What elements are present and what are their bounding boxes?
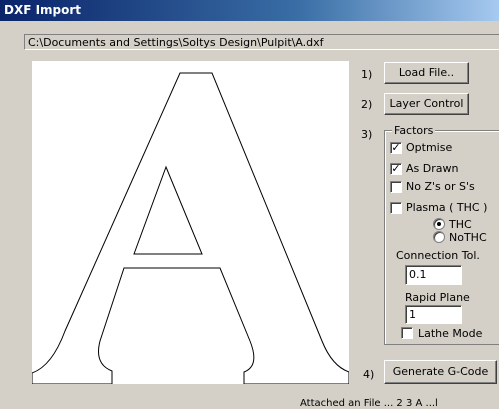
- thc-label: THC: [449, 218, 472, 231]
- step-4-label: 4): [363, 368, 375, 381]
- nothc-label: NoTHC: [449, 231, 487, 244]
- step-1-label: 1): [361, 68, 373, 81]
- nothc-radio[interactable]: [433, 231, 445, 243]
- load-file-button-label: Load File..: [398, 66, 455, 79]
- plasma-checkbox[interactable]: [390, 202, 402, 214]
- lathe-mode-checkbox[interactable]: [401, 327, 413, 339]
- generate-gcode-button[interactable]: Generate G-Code: [384, 360, 497, 384]
- status-text: Attached an File ... 2 3 A ...l: [300, 398, 438, 409]
- letter-a-drawing: [31, 72, 350, 385]
- layer-control-button-label: Layer Control: [389, 97, 464, 110]
- lathe-mode-label: Lathe Mode: [418, 327, 483, 340]
- letter-a-outline: [31, 72, 350, 385]
- optimise-checkbox[interactable]: ✓: [390, 142, 402, 154]
- dxf-preview-canvas: [31, 61, 350, 385]
- layer-control-button[interactable]: Layer Control: [384, 93, 469, 115]
- file-path-field: C:\Documents and Settings\Soltys Design\…: [24, 34, 499, 50]
- as-drawn-label: As Drawn: [406, 162, 459, 175]
- step-3-label: 3): [361, 128, 373, 141]
- no-zs-checkbox[interactable]: [390, 181, 402, 193]
- title-bar: DXF Import: [0, 0, 499, 21]
- no-zs-label: No Z's or S's: [406, 180, 475, 193]
- as-drawn-checkbox[interactable]: ✓: [390, 163, 402, 175]
- connection-tol-input[interactable]: 0.1: [405, 265, 462, 285]
- radio-dot-icon: [437, 222, 441, 226]
- window-title: DXF Import: [4, 3, 82, 17]
- rapid-plane-input[interactable]: 1: [405, 305, 462, 324]
- step-2-label: 2): [361, 98, 373, 111]
- letter-a-counter: [133, 165, 203, 255]
- generate-gcode-button-label: Generate G-Code: [392, 365, 489, 378]
- thc-radio[interactable]: [433, 218, 445, 230]
- plasma-label: Plasma ( THC ): [406, 201, 488, 214]
- connection-tol-label: Connection Tol.: [396, 249, 480, 262]
- factors-label: Factors: [392, 124, 436, 137]
- optimise-label: Optmise: [406, 141, 453, 154]
- rapid-plane-label: Rapid Plane: [405, 291, 470, 304]
- load-file-button[interactable]: Load File..: [384, 62, 469, 84]
